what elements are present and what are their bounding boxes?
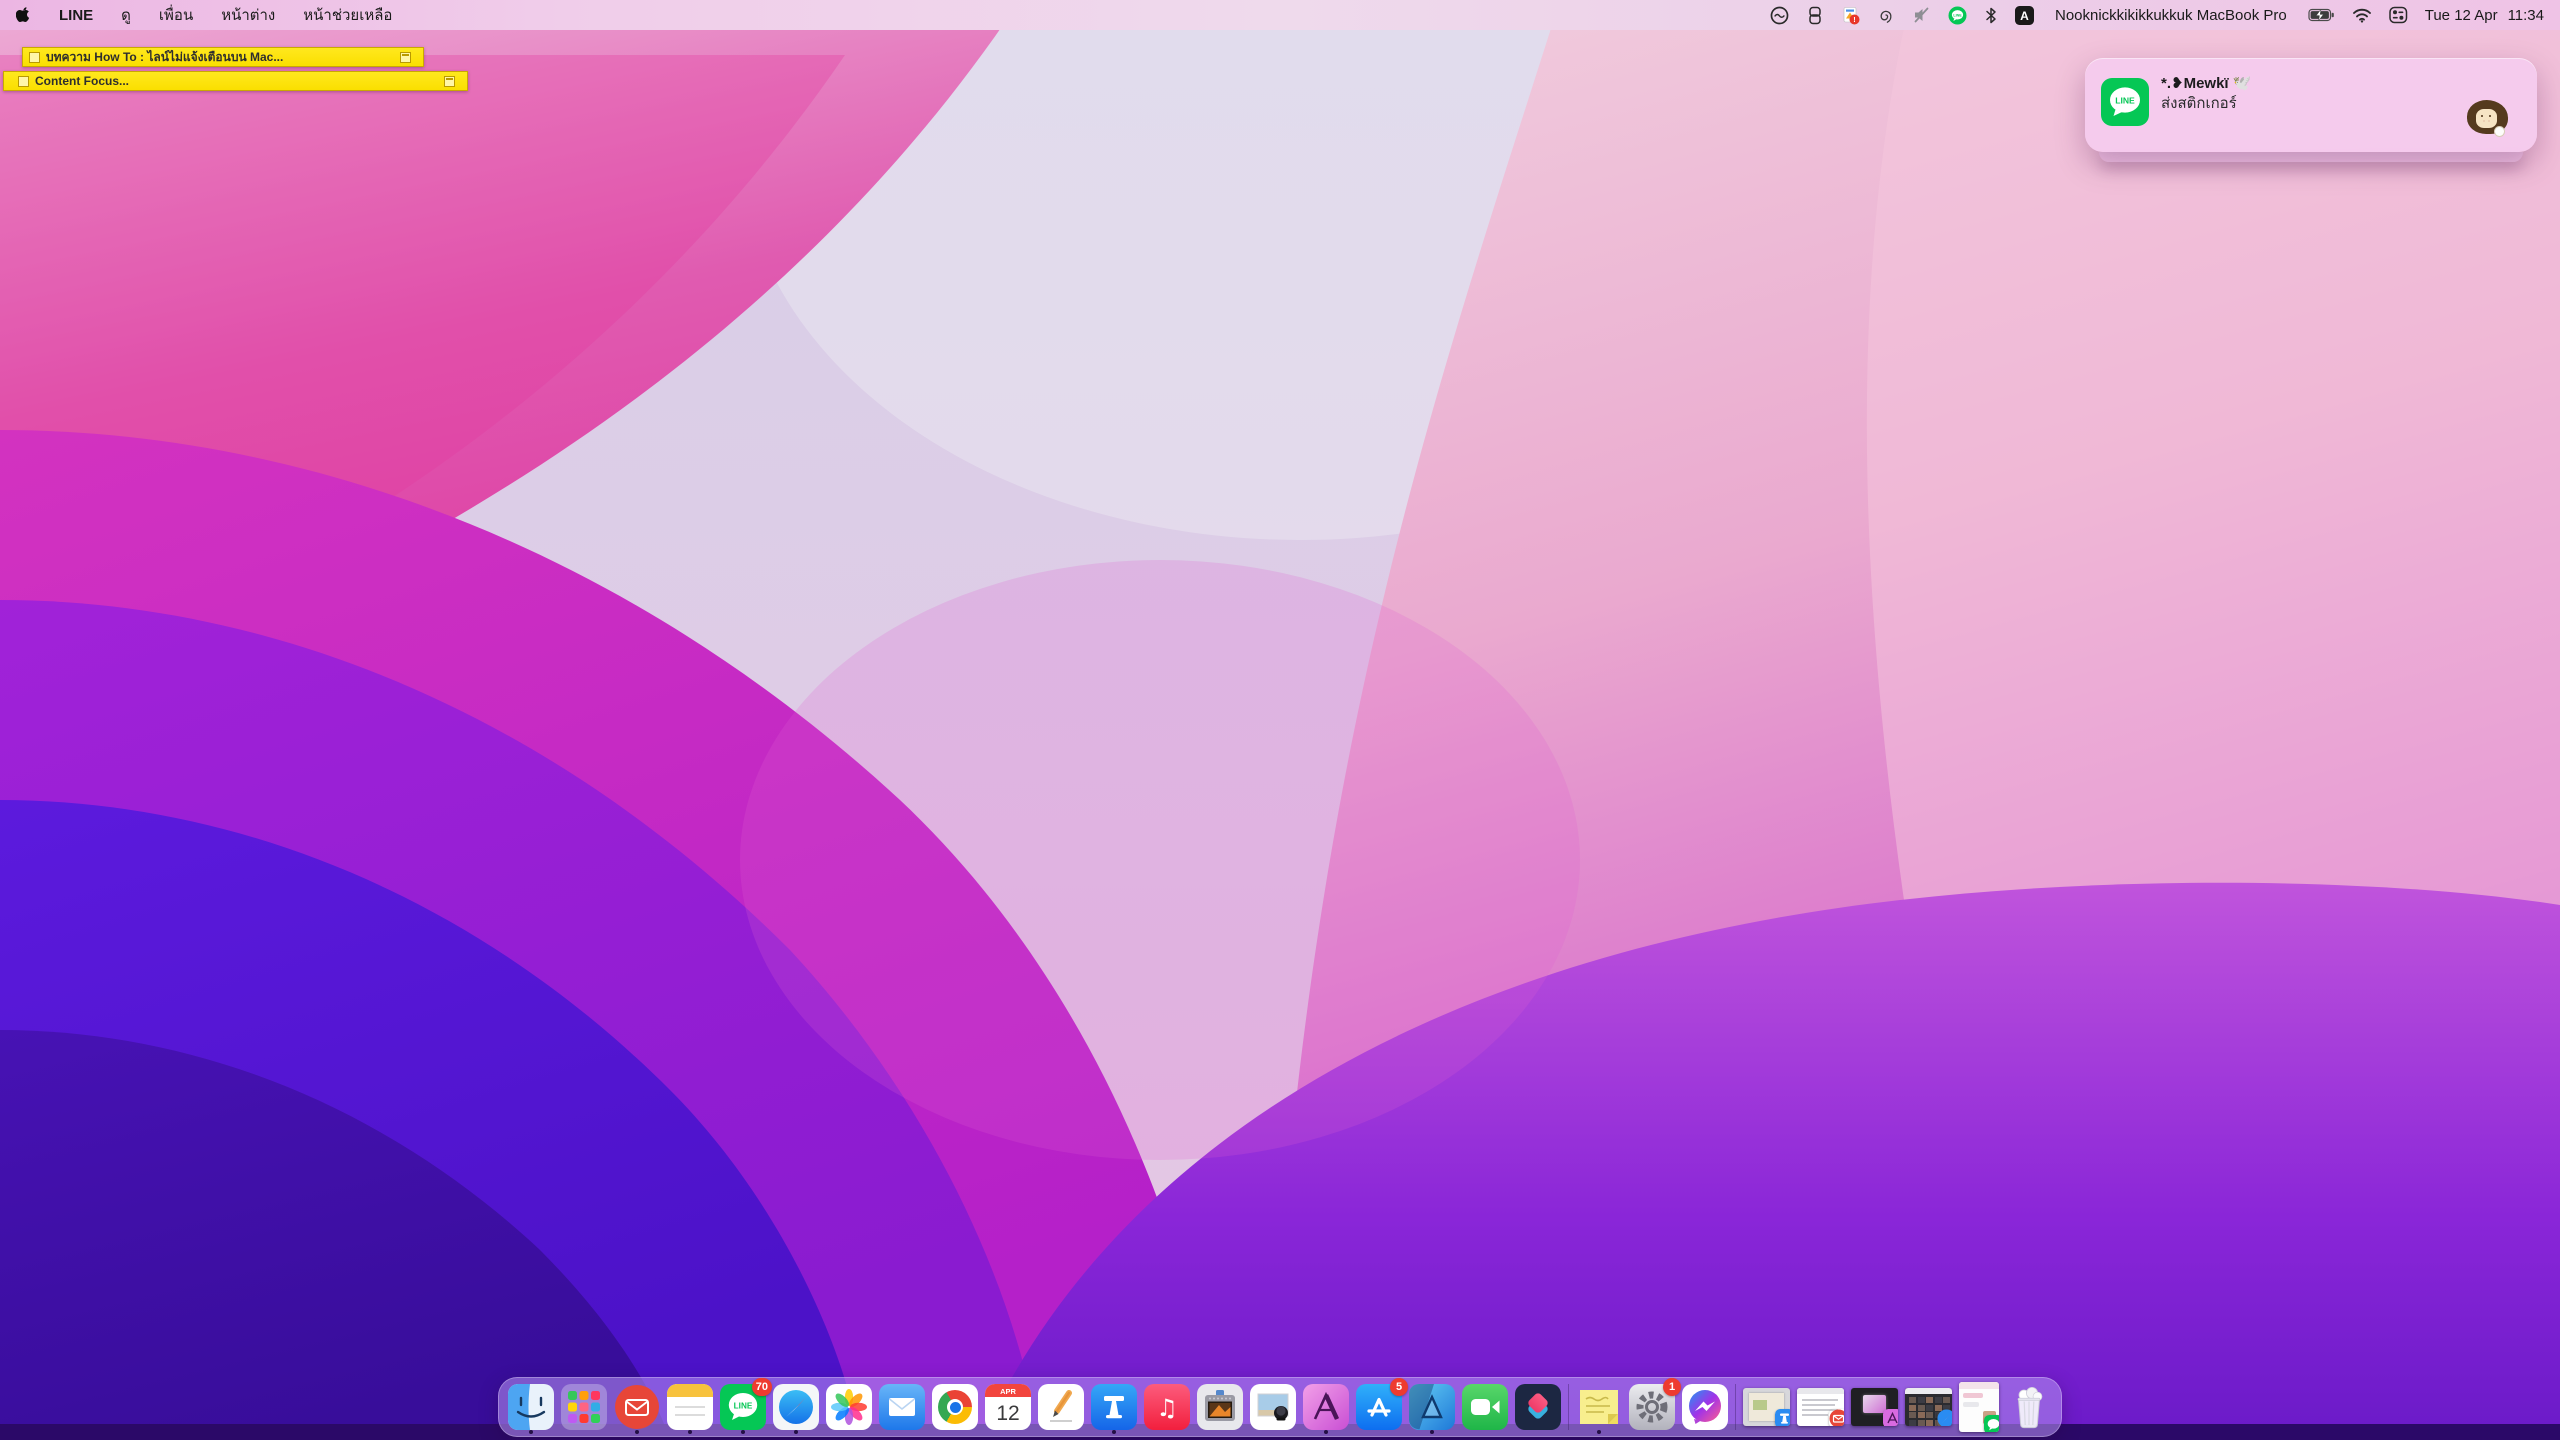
dock-item-stickies[interactable] <box>1576 1378 1622 1436</box>
dock-minimized-affinity-photo-window[interactable] <box>1851 1378 1898 1436</box>
svg-text:LINE: LINE <box>1953 13 1962 17</box>
notification-title: *.❥Mewkï 🕊️ <box>2161 74 2251 94</box>
time-label: 11:34 <box>2508 7 2544 24</box>
app-menu-title[interactable]: LINE <box>59 7 93 24</box>
svg-text:A: A <box>2020 9 2029 23</box>
menu-bar-clock[interactable]: Tue 12 Apr 11:34 <box>2425 7 2544 24</box>
line-badge: 70 <box>752 1378 772 1396</box>
wallpaper-art <box>0 0 2560 1440</box>
menu-bar-left: LINE ดู เพื่อน หน้าต่าง หน้าช่วยเหลือ <box>16 3 392 27</box>
svg-text:!: ! <box>1853 15 1856 24</box>
running-indicator <box>688 1430 692 1434</box>
dock-item-chrome[interactable] <box>932 1378 978 1436</box>
running-indicator <box>529 1430 533 1434</box>
control-center-icon[interactable] <box>2389 5 2408 25</box>
running-indicator <box>635 1430 639 1434</box>
input-source-icon[interactable]: A <box>2015 5 2034 25</box>
notification-text: *.❥Mewkï 🕊️ ส่งสติกเกอร์ <box>2161 74 2251 115</box>
dock-item-trash[interactable] <box>2006 1378 2052 1436</box>
desktop: LINE ดู เพื่อน หน้าต่าง หน้าช่วยเหลือ <box>0 0 2560 1440</box>
dock-item-mail-red[interactable] <box>614 1378 660 1436</box>
stacked-windows-icon[interactable] <box>1806 5 1824 25</box>
sticky-close-box[interactable] <box>29 52 40 63</box>
sticky-collapse-box[interactable] <box>444 76 455 87</box>
sticky-collapse-box[interactable] <box>400 52 411 63</box>
volume-muted-icon[interactable] <box>1912 5 1931 25</box>
dock-item-preview[interactable] <box>1250 1378 1296 1436</box>
line-app-icon: LINE <box>2101 78 2149 126</box>
spiral-icon[interactable] <box>1877 5 1895 25</box>
wifi-icon[interactable] <box>2352 5 2372 25</box>
menu-friends[interactable]: เพื่อน <box>159 3 193 27</box>
svg-text:APR: APR <box>1000 1387 1016 1396</box>
dock-item-keynote[interactable] <box>1091 1378 1137 1436</box>
dock-item-facetime[interactable] <box>1462 1378 1508 1436</box>
svg-text:12: 12 <box>996 1402 1019 1425</box>
dock-item-image-capture[interactable] <box>1197 1378 1243 1436</box>
dock-item-line[interactable]: 70 LINE <box>720 1378 766 1436</box>
sync-error-document-icon[interactable]: ! <box>1841 5 1860 25</box>
notification-body: ส่งสติกเกอร์ <box>2161 94 2251 114</box>
sticky-close-box[interactable] <box>18 76 29 87</box>
bluetooth-icon[interactable] <box>1984 5 1998 25</box>
dock-item-pages[interactable] <box>1038 1378 1084 1436</box>
desktop-wallpaper <box>0 0 2560 1440</box>
app-store-badge: 5 <box>1390 1378 1408 1396</box>
svg-text:LINE: LINE <box>734 1401 753 1410</box>
creative-cloud-icon[interactable] <box>1770 5 1789 25</box>
device-name: Nooknickkikikkukkuk MacBook Pro <box>2055 7 2287 24</box>
running-indicator <box>741 1430 745 1434</box>
line-notification[interactable]: LINE *.❥Mewkï 🕊️ ส่งสติกเกอร์ <box>2085 58 2537 152</box>
svg-text:LINE: LINE <box>2115 96 2135 106</box>
dock-item-photos[interactable] <box>826 1378 872 1436</box>
dock-item-safari[interactable] <box>773 1378 819 1436</box>
dock-item-mail[interactable] <box>879 1378 925 1436</box>
dock-minimized-keynote-document[interactable] <box>1743 1378 1790 1436</box>
svg-text:♫: ♫ <box>1156 1394 1178 1422</box>
running-indicator <box>1112 1430 1116 1434</box>
dock-item-finder[interactable] <box>508 1378 554 1436</box>
system-preferences-badge: 1 <box>1663 1378 1681 1396</box>
dock-separator <box>1735 1384 1736 1430</box>
menu-help[interactable]: หน้าช่วยเหลือ <box>303 3 392 27</box>
line-status-icon[interactable]: LINE <box>1948 5 1967 25</box>
stickies-collapsed-note-1[interactable]: บทความ How To : ไลน์ไม่แจ้งเตือนบน Mac..… <box>22 47 424 67</box>
dock-item-messenger[interactable] <box>1682 1378 1728 1436</box>
running-indicator <box>1597 1430 1601 1434</box>
apple-menu-icon[interactable] <box>16 5 31 25</box>
sticky-title: บทความ How To : ไลน์ไม่แจ้งเตือนบน Mac..… <box>46 48 283 67</box>
dock-minimized-safari-gallery-window[interactable] <box>1905 1378 1952 1436</box>
sticky-title: Content Focus... <box>35 74 129 88</box>
date-label: Tue 12 Apr <box>2425 7 2498 24</box>
stickies-collapsed-note-2[interactable]: Content Focus... <box>3 71 468 91</box>
dock-minimized-line-chat-window[interactable] <box>1959 1378 1999 1436</box>
menu-window[interactable]: หน้าต่าง <box>221 3 275 27</box>
dock-item-system-preferences[interactable]: 1 <box>1629 1378 1675 1436</box>
dock-item-app-store[interactable]: 5 <box>1356 1378 1402 1436</box>
dock-item-calendar[interactable]: APR 12 <box>985 1378 1031 1436</box>
sticker-thumbnail <box>2465 100 2511 140</box>
menu-bar-status-area: ! LINE <box>1770 5 2544 25</box>
dock-item-affinity-photo[interactable] <box>1303 1378 1349 1436</box>
dock-item-affinity-designer[interactable] <box>1409 1378 1455 1436</box>
dock-item-shortcuts[interactable] <box>1515 1378 1561 1436</box>
dock-item-launchpad[interactable] <box>561 1378 607 1436</box>
dock-item-notes[interactable] <box>667 1378 713 1436</box>
notification-stack-edge <box>2099 152 2523 162</box>
dock-separator <box>1568 1384 1569 1430</box>
running-indicator <box>1430 1430 1434 1434</box>
dock-minimized-mail-message[interactable] <box>1797 1378 1844 1436</box>
dock: 70 LINE <box>498 1377 2062 1437</box>
battery-charging-icon[interactable] <box>2308 5 2335 25</box>
running-indicator <box>794 1430 798 1434</box>
running-indicator <box>1324 1430 1328 1434</box>
menu-bar: LINE ดู เพื่อน หน้าต่าง หน้าช่วยเหลือ <box>0 0 2560 30</box>
dock-item-music[interactable]: ♫ <box>1144 1378 1190 1436</box>
menu-view[interactable]: ดู <box>121 3 131 27</box>
